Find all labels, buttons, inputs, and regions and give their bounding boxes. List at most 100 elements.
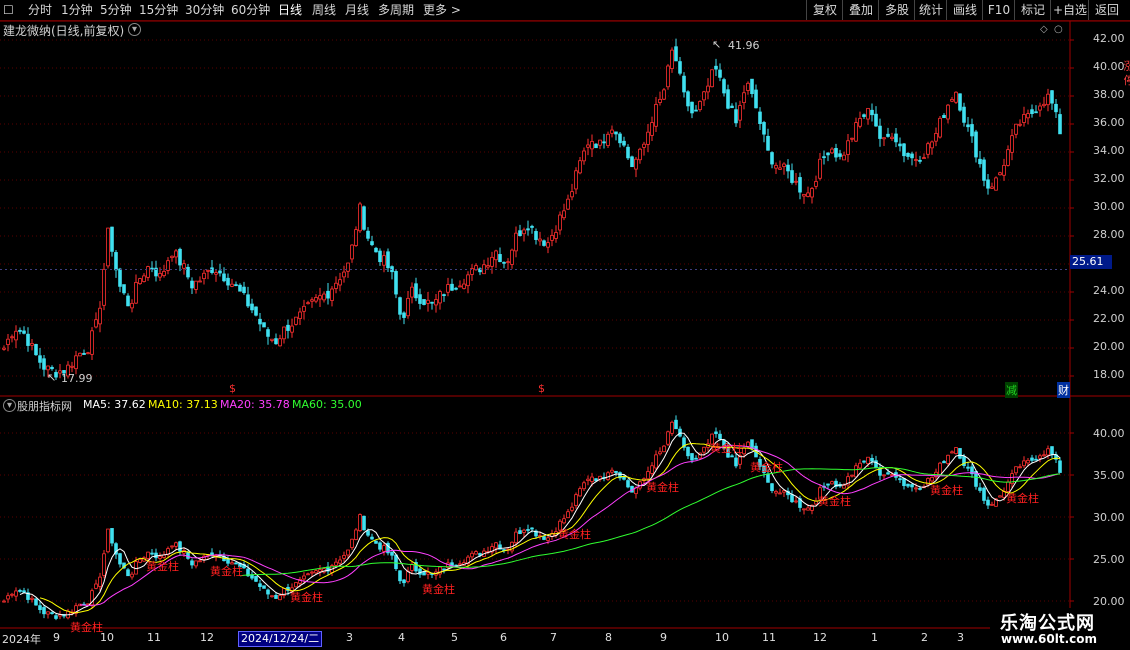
price-candle-body [554,232,558,239]
price-candle-body [982,159,986,181]
price-candle-body [742,92,746,103]
month-label: 12 [813,631,827,644]
price-candle-body [26,333,30,346]
price-candle-body [434,299,438,306]
period-tab-monthly[interactable]: 月线 [345,2,369,18]
dividend-mark[interactable]: $ [229,382,236,395]
price-candle-body [414,283,418,299]
indicator-candle-body [414,562,418,572]
price-candle-body [966,124,970,128]
period-tab-intraday[interactable]: 分时 [28,2,52,18]
indicator-candle-body [842,484,846,489]
price-candle-body [370,241,374,246]
price-candle-body [978,158,982,165]
indicator-candle-body [866,456,870,465]
indicator-candle-body [938,462,942,475]
price-candle-body [390,266,394,273]
indicator-candle-body [854,465,858,478]
price-candle-body [374,247,378,253]
price-candle-body [698,101,702,111]
price-candle-body [410,286,414,298]
price-candle-body [750,78,754,95]
indicator-candle-body [582,482,586,490]
price-candle-body [702,91,706,101]
menu-icon[interactable]: ☐ [3,2,14,18]
price-candle-body [546,242,550,248]
indicator-candle-body [790,494,794,503]
price-candle-body [438,291,442,304]
price-candle-body [738,105,742,121]
period-tab-daily[interactable]: 日线 [278,2,302,18]
f10-button[interactable]: F10 [982,0,1015,20]
indicator-candle-body [918,488,922,490]
indicator-candle-body [486,551,490,553]
price-candle-body [262,322,266,328]
indicator-candle-body [434,571,438,576]
indicator-candle-body [970,466,974,475]
price-candle-body [914,159,918,161]
price-candle-body [890,136,894,140]
overlay-button[interactable]: 叠加 [842,0,879,20]
indicator-candle-body [518,530,522,534]
indicator-candle-body [906,483,910,487]
period-tab-60min[interactable]: 60分钟 [231,2,270,18]
price-candle-body [342,271,346,278]
price-candle-body [534,231,538,240]
indicator-candle-body [910,484,914,488]
price-candle-body [70,365,74,368]
price-candle-body [874,113,878,127]
month-label: 12 [200,631,214,644]
indicator-candle-body [998,495,1002,498]
period-tab-15min[interactable]: 15分钟 [139,2,178,18]
mark-button[interactable]: 标记 [1014,0,1051,20]
chevron-down-icon[interactable]: ▾ [3,399,16,412]
price-candle-body [902,143,906,157]
price-candle-body [622,140,626,146]
diamond-icon[interactable]: ◇ [1040,24,1048,35]
indicator-candle-body [398,570,402,582]
y-tick-22: 22.00 [1093,312,1125,325]
period-tab-5min[interactable]: 5分钟 [100,2,132,18]
price-candle-body [706,85,710,93]
price-candle-body [846,140,850,155]
reduce-holding-mark[interactable]: 减 [1005,382,1018,398]
restore-rights-button[interactable]: 复权 [806,0,843,20]
chevron-down-icon[interactable]: ▾ [128,23,141,36]
add-watchlist-button[interactable]: +自选 [1050,0,1089,20]
price-candle-body [1014,123,1018,135]
indicator-candle-body [346,549,350,556]
price-candle-body [766,135,770,151]
period-tab-weekly[interactable]: 周线 [312,2,336,18]
price-candle-body [258,318,262,325]
back-button[interactable]: 返回 [1088,0,1125,20]
y-tick-28: 28.00 [1093,228,1125,241]
statistics-button[interactable]: 统计 [914,0,947,20]
current-price-tag: 25.61 [1070,255,1112,269]
price-candle-body [974,131,978,158]
period-tab-1min[interactable]: 1分钟 [61,2,93,18]
period-tab-30min[interactable]: 30分钟 [185,2,224,18]
chart-canvas[interactable] [0,0,1130,650]
indicator-candle-body [522,529,526,533]
indicator-candle-body [378,542,382,550]
indicator-candle-body [914,487,918,490]
price-candle-body [94,319,98,328]
indicator-candle-body [746,441,750,447]
price-candle-body [330,288,334,301]
price-candle-body [1026,113,1030,119]
circle-icon[interactable]: ○ [1054,24,1063,35]
dividend-mark[interactable]: $ [538,382,545,395]
indicator-candle-body [614,470,618,473]
financial-report-mark[interactable]: 财 [1057,382,1070,398]
price-candle-body [734,109,738,124]
draw-line-button[interactable]: 画线 [946,0,983,20]
indicator-candle-body [426,571,430,575]
indicator-candle-body [298,579,302,584]
price-candle-body [830,148,834,154]
period-tab-multi[interactable]: 多周期 [378,2,414,18]
indicator-candle-body [470,552,474,558]
multi-stock-button[interactable]: 多股 [878,0,915,20]
more-periods-button[interactable]: 更多 > [423,2,461,18]
price-candle-body [602,141,606,144]
indicator-candle-body [118,553,122,565]
